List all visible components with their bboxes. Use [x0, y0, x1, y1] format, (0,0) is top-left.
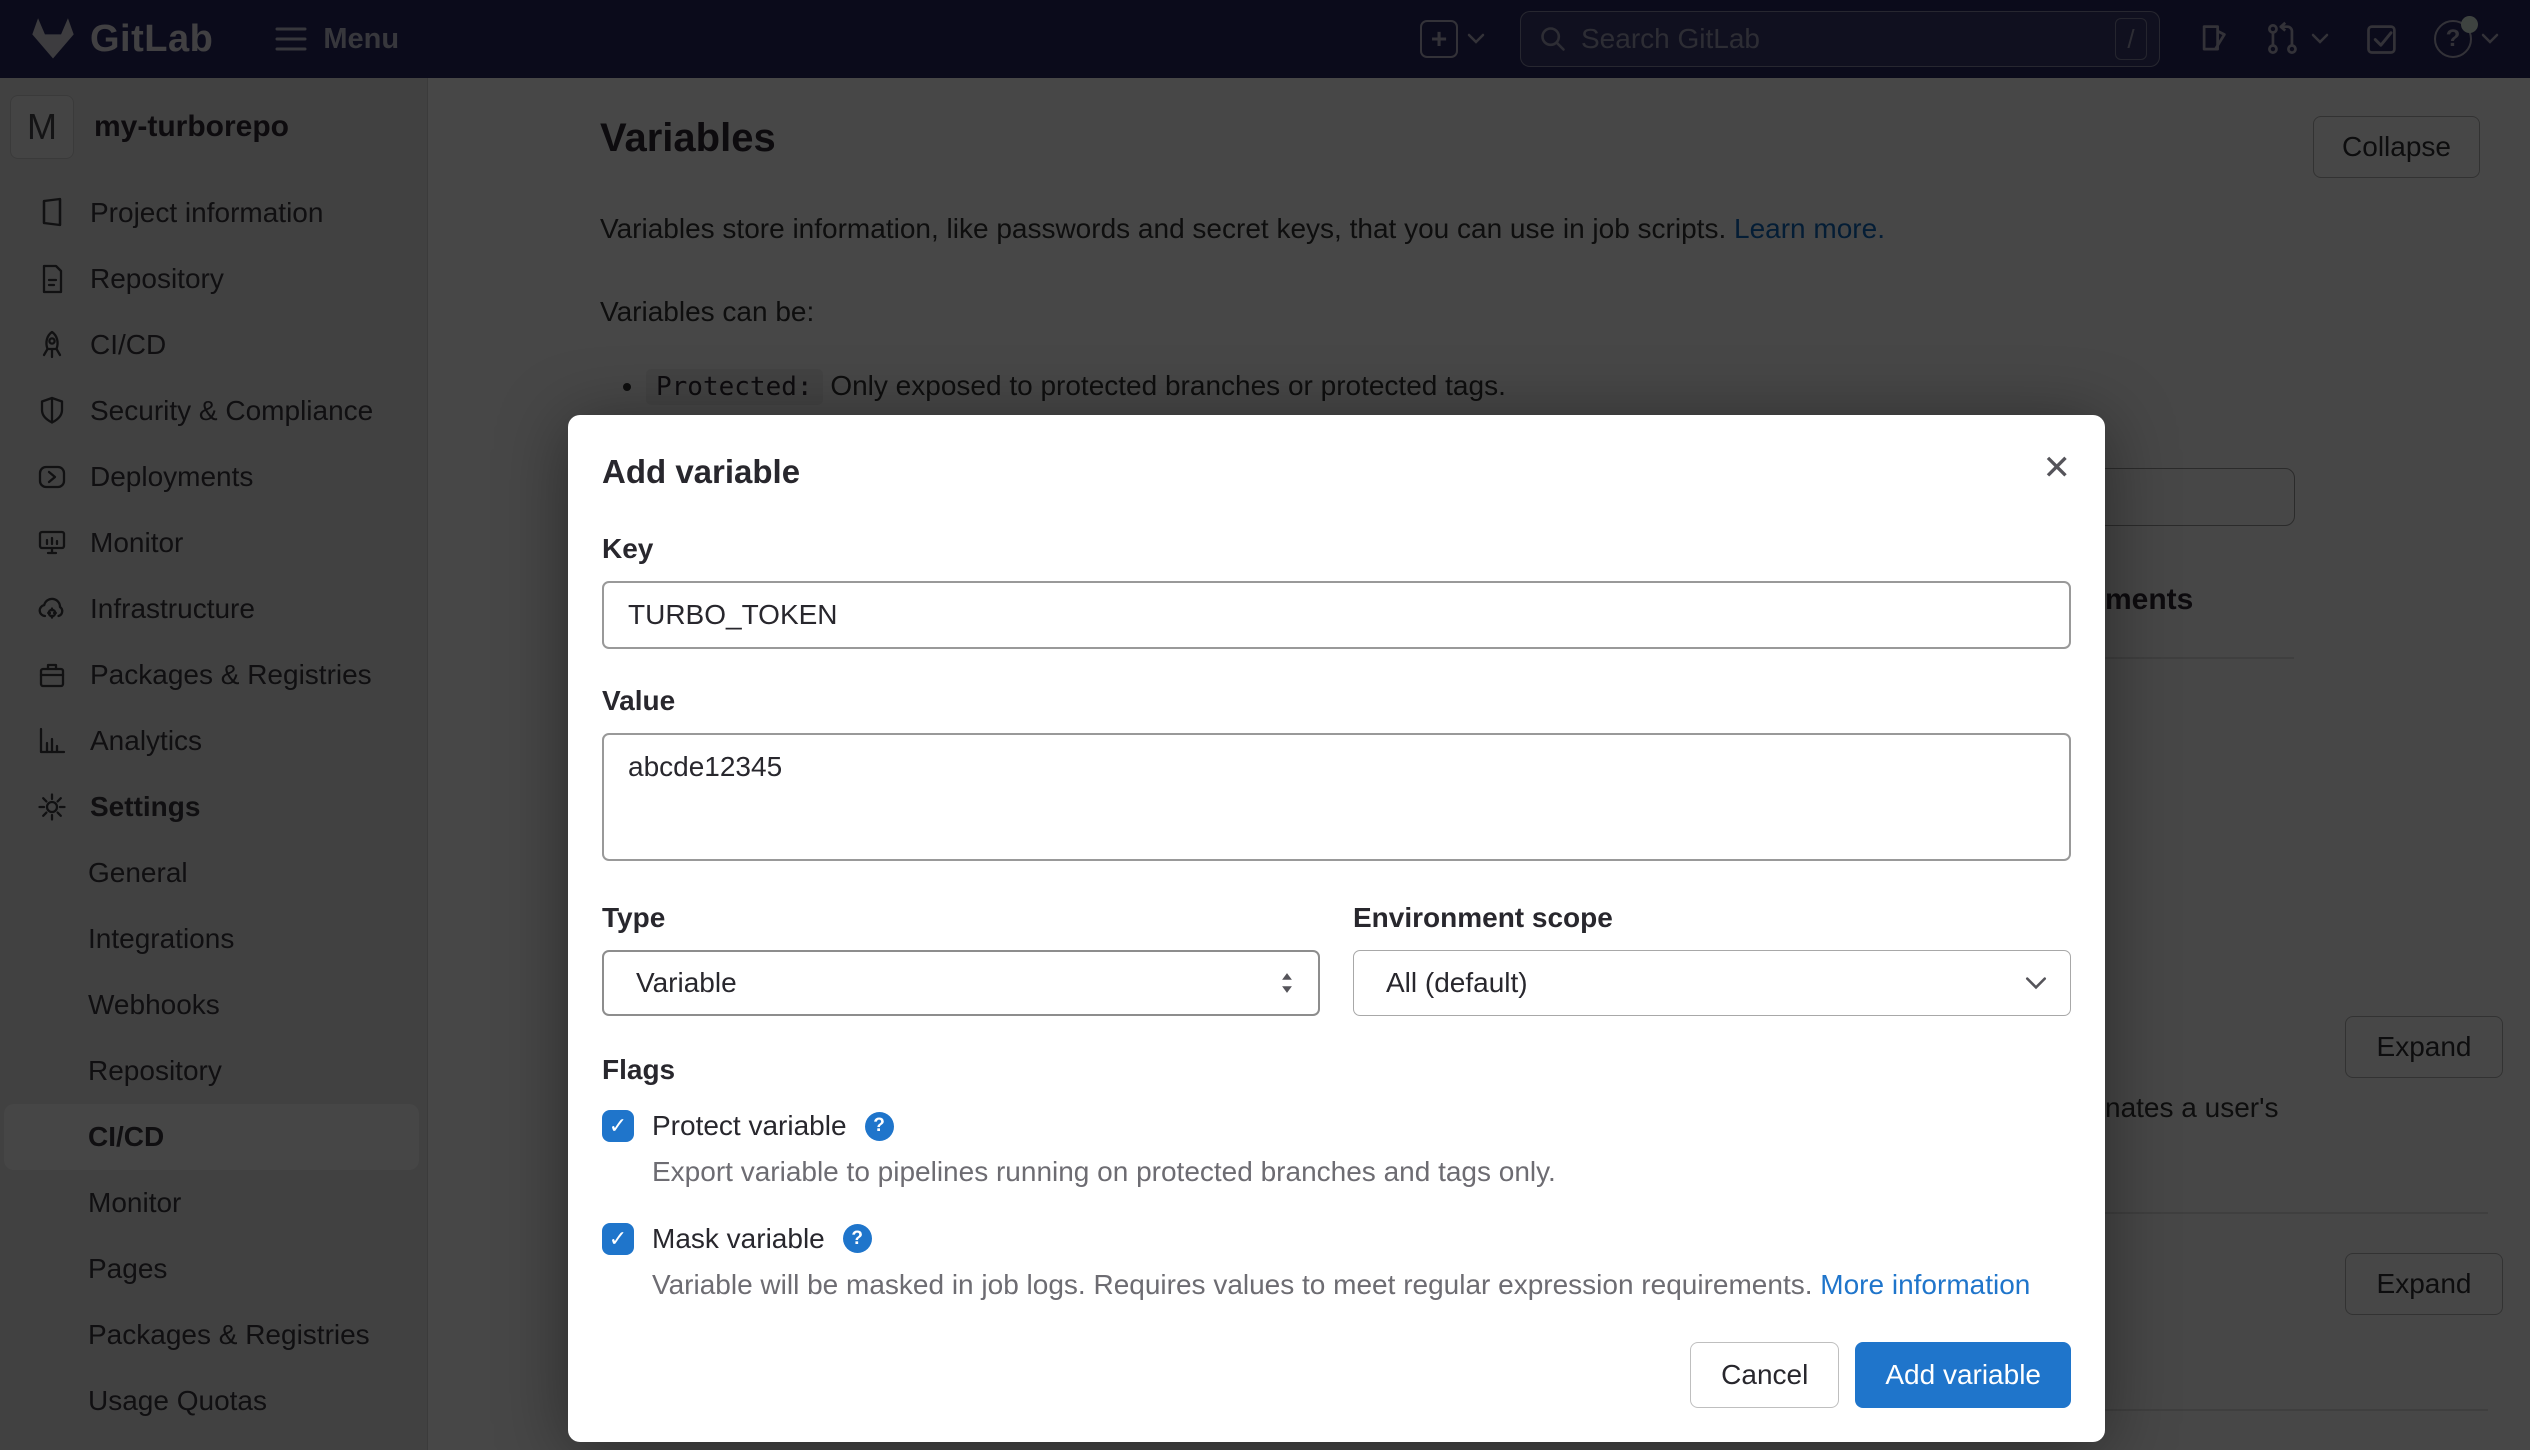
mask-variable-description-text: Variable will be masked in job logs. Req… — [652, 1269, 1813, 1300]
add-variable-modal: Add variable ✕ Key Value Type Variable E… — [568, 415, 2105, 1442]
updown-arrows-icon — [1278, 971, 1296, 995]
key-input[interactable] — [602, 581, 2071, 649]
mask-variable-row: ✓ Mask variable ? — [602, 1223, 2071, 1255]
check-icon: ✓ — [609, 1115, 627, 1137]
protect-variable-row: ✓ Protect variable ? — [602, 1110, 2071, 1142]
mask-variable-label: Mask variable — [652, 1223, 825, 1255]
environment-scope-label: Environment scope — [1353, 902, 2071, 934]
environment-scope-select[interactable]: All (default) — [1353, 950, 2071, 1016]
chevron-down-icon — [2024, 975, 2048, 991]
type-label: Type — [602, 902, 1320, 934]
type-field: Type Variable — [602, 902, 1320, 1016]
check-icon: ✓ — [609, 1228, 627, 1250]
help-icon[interactable]: ? — [843, 1224, 872, 1253]
modal-title: Add variable — [602, 453, 2071, 491]
help-icon[interactable]: ? — [865, 1112, 894, 1141]
modal-footer: Cancel Add variable — [1690, 1342, 2071, 1408]
environment-scope-value: All (default) — [1386, 967, 1528, 999]
environment-scope-field: Environment scope All (default) — [1353, 902, 2071, 1016]
type-select[interactable]: Variable — [602, 950, 1320, 1016]
mask-variable-description: Variable will be masked in job logs. Req… — [652, 1265, 2071, 1306]
value-label: Value — [602, 685, 2071, 717]
value-textarea[interactable] — [602, 733, 2071, 861]
protect-variable-description: Export variable to pipelines running on … — [652, 1152, 2071, 1193]
gitlab-app: GitLab Menu + / — [0, 0, 2530, 1450]
type-select-value: Variable — [636, 967, 737, 999]
more-information-link[interactable]: More information — [1820, 1269, 2030, 1300]
protect-variable-checkbox[interactable]: ✓ — [602, 1110, 634, 1142]
key-label: Key — [602, 533, 2071, 565]
flags-label: Flags — [602, 1054, 2071, 1086]
close-icon[interactable]: ✕ — [2043, 451, 2072, 485]
protect-variable-label: Protect variable — [652, 1110, 847, 1142]
add-variable-submit-button[interactable]: Add variable — [1855, 1342, 2071, 1408]
mask-variable-checkbox[interactable]: ✓ — [602, 1223, 634, 1255]
cancel-button[interactable]: Cancel — [1690, 1342, 1839, 1408]
